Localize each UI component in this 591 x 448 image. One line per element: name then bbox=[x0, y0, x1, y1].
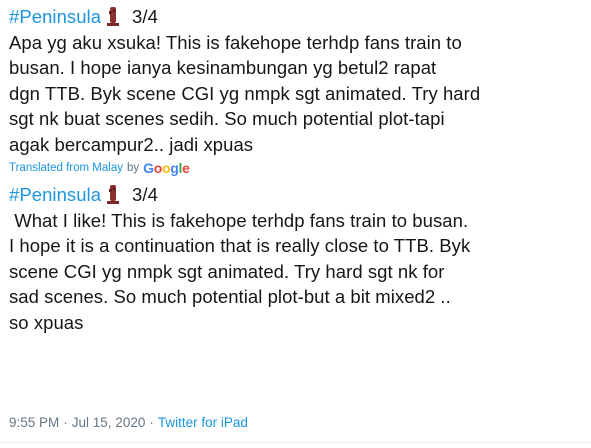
original-text-line: dgn TTB. Byk scene CGI yg nmpk sgt anima… bbox=[9, 82, 481, 104]
original-header-line: #Peninsula 3/4 bbox=[9, 4, 584, 30]
hashtag-link[interactable]: #Peninsula bbox=[9, 184, 101, 205]
meta-separator: · bbox=[63, 415, 68, 430]
original-text-line: busan. I hope ianya kesinambungan yg bet… bbox=[9, 57, 437, 78]
original-text-line: sgt nk buat scenes sedih. So much potent… bbox=[9, 108, 445, 129]
translated-text-line: sad scenes. So much potential plot-but a… bbox=[9, 286, 451, 307]
tweet-time[interactable]: 9:55 PM bbox=[9, 415, 59, 430]
translated-by-text: by bbox=[126, 162, 140, 174]
thread-fraction: 3/4 bbox=[132, 6, 158, 27]
translated-text-line: What I like! This is fakehope terhdp fan… bbox=[9, 209, 469, 231]
original-text-line: Apa yg aku xsuka! This is fakehope terhd… bbox=[9, 31, 462, 53]
original-text-line: agak bercampur2.. jadi xpuas bbox=[9, 133, 254, 155]
translated-from-link[interactable]: Translated from Malay bbox=[9, 160, 123, 176]
hashtag-link[interactable]: #Peninsula bbox=[9, 6, 101, 27]
translated-text-line: so xpuas bbox=[9, 311, 84, 333]
google-logo: Google bbox=[143, 160, 190, 176]
tweet-date[interactable]: Jul 15, 2020 bbox=[72, 415, 146, 430]
thread-fraction: 3/4 bbox=[132, 184, 158, 205]
meta-separator: · bbox=[149, 415, 154, 430]
divider bbox=[0, 442, 591, 443]
translated-text-line: scene CGI yg nmpk sgt animated. Try hard… bbox=[9, 260, 445, 282]
tweet-meta: 9:55 PM · Jul 15, 2020 · Twitter for iPad bbox=[9, 414, 248, 432]
translation-attribution: Translated from Malay by Google bbox=[9, 160, 584, 176]
translated-text-line: I hope it is a continuation that is real… bbox=[9, 235, 471, 256]
translated-header-line: #Peninsula 3/4 bbox=[9, 182, 584, 208]
moai-figure-icon bbox=[102, 183, 124, 205]
moai-figure-icon bbox=[102, 5, 124, 27]
tweet-source-link[interactable]: Twitter for iPad bbox=[158, 415, 248, 430]
tweet-body: #Peninsula 3/4 Apa yg aku xsuka! This is… bbox=[9, 4, 584, 335]
